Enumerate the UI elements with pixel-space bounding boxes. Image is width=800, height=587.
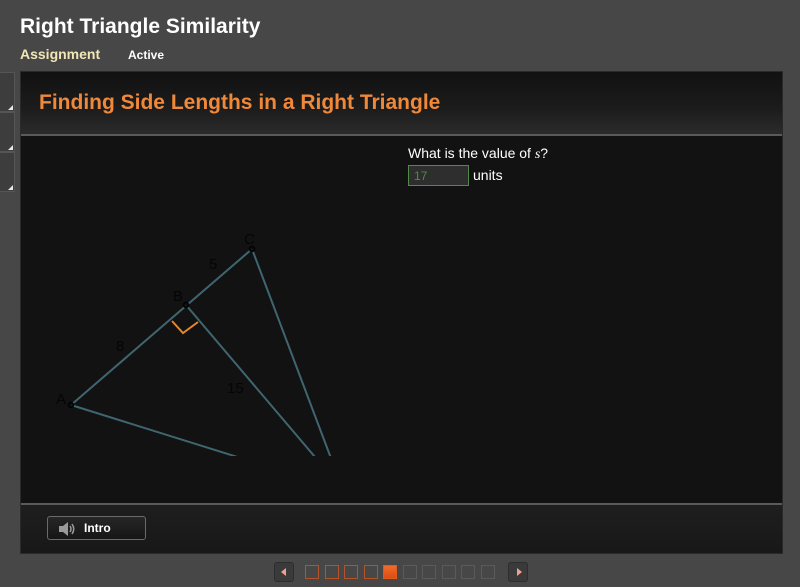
expand-corner-icon xyxy=(8,105,13,110)
triangle-diagram: A B C D 8 5 15 s xyxy=(56,231,332,456)
question-prefix: What is the value of xyxy=(408,145,535,161)
question-suffix: ? xyxy=(540,145,549,161)
panel-footer: Intro xyxy=(21,503,782,553)
point-label-B: B xyxy=(173,288,183,305)
page-indicator-6[interactable] xyxy=(402,565,417,579)
activity-panel: Finding Side Lengths in a Right Triangle… xyxy=(20,71,783,554)
page-title: Right Triangle Similarity xyxy=(20,15,261,38)
panel-header: Finding Side Lengths in a Right Triangle xyxy=(21,72,782,136)
status-label: Active xyxy=(128,48,165,62)
page-indicator-8[interactable] xyxy=(441,565,456,579)
segment-BD xyxy=(185,304,316,456)
assignment-label: Assignment xyxy=(20,46,101,62)
point-A[interactable] xyxy=(67,401,75,409)
answer-input[interactable]: 17 xyxy=(408,165,469,186)
intro-label: Intro xyxy=(84,521,111,535)
units-label: units xyxy=(473,167,503,183)
activity-title: Finding Side Lengths in a Right Triangle xyxy=(39,91,441,114)
segment-AC xyxy=(70,248,253,406)
segment-label-BC: 5 xyxy=(209,256,217,273)
arrow-left-icon xyxy=(281,568,286,576)
side-tool-tab-1[interactable] xyxy=(0,72,15,112)
previous-page-button[interactable] xyxy=(274,562,294,582)
point-label-A: A xyxy=(56,391,66,408)
next-page-button[interactable] xyxy=(508,562,528,582)
page-indicator-10[interactable] xyxy=(480,565,495,579)
segment-label-AB: 8 xyxy=(116,338,124,355)
page-indicator-1[interactable] xyxy=(305,565,319,579)
expand-corner-icon xyxy=(8,185,13,190)
side-tool-tab-2[interactable] xyxy=(0,112,15,152)
point-label-C: C xyxy=(244,231,255,248)
page-indicator-3[interactable] xyxy=(344,565,358,579)
segment-AD xyxy=(70,404,238,456)
segment-CD xyxy=(251,248,332,456)
page-indicator-7[interactable] xyxy=(422,565,436,579)
side-tool-tab-3[interactable] xyxy=(0,152,15,192)
page-indicator-9[interactable] xyxy=(461,565,475,579)
right-angle-marker xyxy=(171,320,199,335)
arrow-right-icon xyxy=(517,568,522,576)
expand-corner-icon xyxy=(8,145,13,150)
intro-button[interactable]: Intro xyxy=(47,516,146,540)
page-indicator-2[interactable] xyxy=(324,565,339,579)
segment-label-BD: 15 xyxy=(227,380,244,397)
segment-label-AD: s xyxy=(191,453,196,456)
page-indicator-5[interactable] xyxy=(383,565,397,579)
page-indicator-4[interactable] xyxy=(363,565,378,579)
question-text: What is the value of s? xyxy=(408,145,548,163)
speaker-icon xyxy=(59,522,75,536)
point-B[interactable] xyxy=(182,301,190,309)
